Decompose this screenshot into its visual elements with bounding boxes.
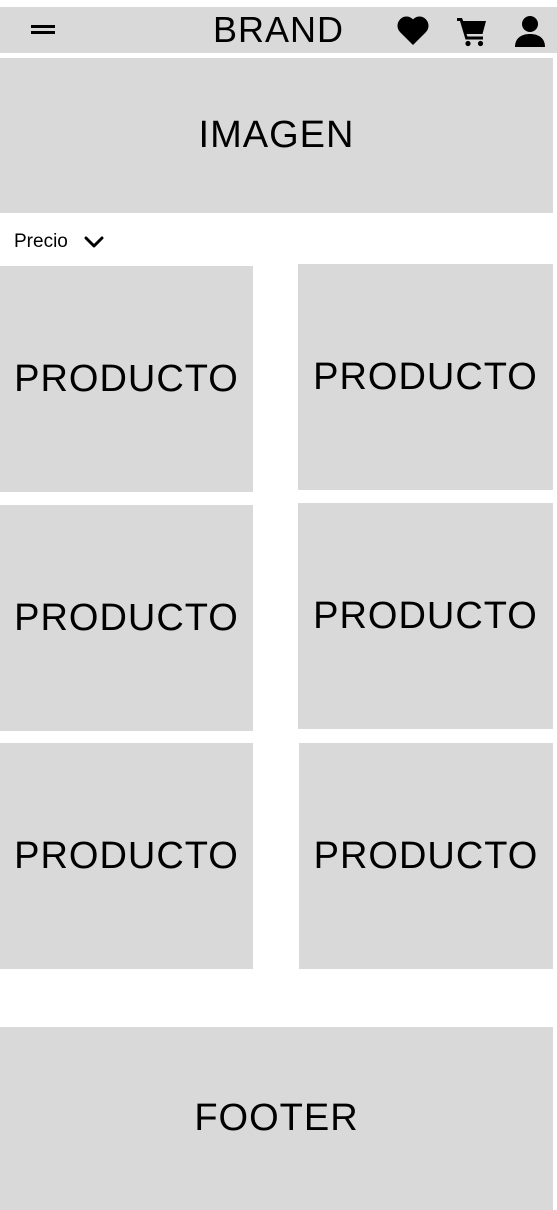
header: BRAND (0, 7, 557, 53)
product-card[interactable]: PRODUCTO (298, 264, 553, 490)
product-label: PRODUCTO (14, 834, 239, 877)
menu-button[interactable] (28, 17, 58, 43)
account-button[interactable] (513, 14, 547, 48)
product-card[interactable]: PRODUCTO (0, 505, 253, 731)
price-filter-label: Precio (14, 231, 68, 252)
product-card[interactable]: PRODUCTO (0, 743, 253, 969)
product-label: PRODUCTO (14, 357, 239, 400)
menu-icon (31, 25, 55, 34)
product-card[interactable]: PRODUCTO (0, 266, 253, 492)
cart-button[interactable] (455, 14, 489, 48)
footer: FOOTER (0, 1027, 553, 1210)
product-label: PRODUCTO (14, 596, 239, 639)
favorites-button[interactable] (396, 14, 430, 48)
product-label: PRODUCTO (313, 594, 538, 637)
product-card[interactable]: PRODUCTO (299, 743, 553, 969)
heart-icon (397, 16, 429, 45)
hero-image-placeholder: IMAGEN (0, 58, 553, 213)
cart-icon (457, 18, 486, 47)
price-filter-dropdown[interactable]: Precio (14, 228, 104, 256)
product-card[interactable]: PRODUCTO (298, 503, 553, 729)
product-label: PRODUCTO (313, 834, 539, 877)
footer-label: FOOTER (194, 1097, 359, 1139)
top-strip (0, 0, 557, 7)
hero-label: IMAGEN (198, 114, 355, 156)
product-label: PRODUCTO (313, 355, 538, 398)
chevron-down-icon (84, 236, 104, 248)
page: BRAND IMAGEN Precio PRODUCTO PRODUCTO PR… (0, 0, 557, 1210)
user-icon (515, 16, 545, 47)
